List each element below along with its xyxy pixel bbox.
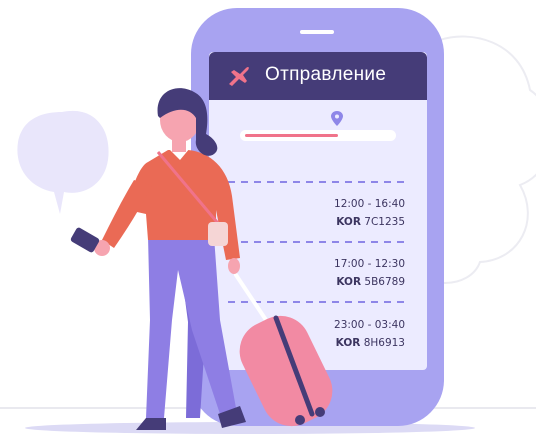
flight-item-3[interactable]: 23:00 - 03:40 KOR 8H6913 [290, 318, 405, 351]
airline-code: KOR [335, 337, 361, 349]
airplane-icon [229, 66, 249, 86]
flight-item-2[interactable]: 17:00 - 12:30 KOR 5B6789 [290, 257, 405, 290]
flight-code: KOR 5B6789 [290, 274, 405, 290]
travel-illustration: Отправление 12:00 - 16:40 KOR 7C1235 17:… [0, 0, 536, 437]
flight-code: KOR 7C1235 [290, 214, 405, 230]
flight-time: 23:00 - 03:40 [334, 319, 405, 331]
flight-number: 8H6913 [363, 337, 405, 349]
airline-code: KOR [336, 216, 361, 228]
screen-title: Отправление [265, 64, 387, 85]
screen-header: Отправление [209, 52, 427, 100]
phone-speaker [300, 30, 334, 34]
route-progress [245, 134, 338, 137]
flight-time: 12:00 - 16:40 [334, 198, 405, 210]
airline-code: KOR [336, 276, 362, 288]
flight-number: 7C1235 [364, 216, 405, 228]
flight-item-1[interactable]: 12:00 - 16:40 KOR 7C1235 [290, 197, 405, 230]
flight-number: 5B6789 [364, 276, 405, 288]
flight-time: 17:00 - 12:30 [334, 258, 405, 270]
flight-code: KOR 8H6913 [290, 335, 405, 351]
speech-bubble [17, 110, 109, 214]
